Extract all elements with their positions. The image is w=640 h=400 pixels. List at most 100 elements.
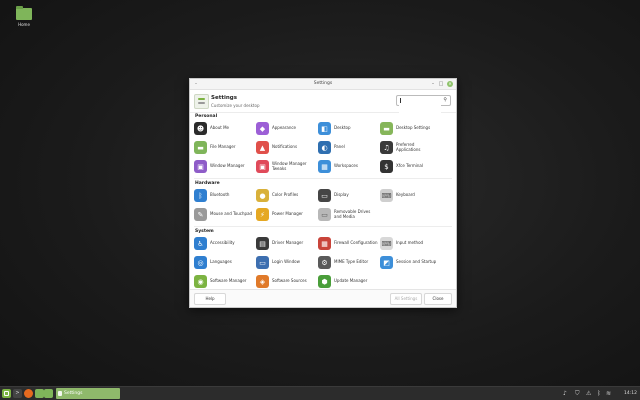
desktop-home-icon[interactable]: Home bbox=[10, 6, 38, 27]
settings-icon bbox=[194, 94, 209, 109]
search-icon[interactable]: ⚲ bbox=[443, 97, 447, 103]
window-manager-icon: ▣ bbox=[194, 160, 207, 173]
window-title: Settings bbox=[313, 81, 333, 86]
settings-item[interactable]: ◆ Appearance bbox=[256, 120, 318, 137]
settings-item-label: Software Manager bbox=[210, 278, 247, 284]
home-folder-launcher-icon[interactable] bbox=[44, 389, 53, 398]
browser-icon[interactable] bbox=[24, 389, 33, 398]
text-cursor bbox=[400, 98, 401, 103]
settings-item[interactable]: ⚙ MIME Type Editor bbox=[318, 254, 380, 271]
taskbar-settings-task[interactable]: Settings bbox=[56, 388, 120, 399]
terminal-icon: $ bbox=[380, 160, 393, 173]
panel-icon: ◐ bbox=[318, 141, 331, 154]
window-footer: Help All Settings Close bbox=[190, 289, 456, 307]
settings-item[interactable]: ✎ Mouse and Touchpad bbox=[194, 206, 256, 223]
accessibility-icon: ♿ bbox=[194, 237, 207, 250]
settings-item-label: Desktop bbox=[334, 125, 351, 131]
close-window-button[interactable]: ✕ bbox=[447, 81, 453, 87]
settings-grid: ᛒ Bluetooth ● Color Profiles ▭ Display ⌨ Keyboa… bbox=[194, 187, 452, 227]
minimize-button[interactable]: – bbox=[430, 81, 436, 87]
settings-item-label: Appearance bbox=[272, 125, 297, 131]
power-manager-icon: ⚡ bbox=[256, 208, 269, 221]
software-manager-icon: ◉ bbox=[194, 275, 207, 288]
settings-item[interactable]: ⌨ Keyboard bbox=[380, 187, 442, 204]
taskbar: > Settings ♪ ⛉ ⚠ ᛒ ≋ 14:12 bbox=[0, 386, 640, 400]
network-icon[interactable]: ≋ bbox=[606, 390, 611, 397]
settings-item[interactable]: ▤ Driver Manager bbox=[256, 235, 318, 252]
settings-item[interactable]: ▭ Removable Drives and Media bbox=[318, 206, 380, 223]
bluetooth-icon: ᛒ bbox=[194, 189, 207, 202]
settings-item[interactable]: ◉ Software Manager bbox=[194, 273, 256, 289]
settings-grid: ☻ About Me ◆ Appearance ◧ Desktop ▬ Desktop Set… bbox=[194, 120, 452, 179]
settings-item[interactable]: ᛒ Bluetooth bbox=[194, 187, 256, 204]
driver-manager-icon: ▤ bbox=[256, 237, 269, 250]
terminal-launcher-icon[interactable]: > bbox=[13, 389, 22, 398]
folder-icon bbox=[16, 6, 32, 20]
settings-item-label: MIME Type Editor bbox=[334, 259, 369, 265]
settings-item-label: Xfce Terminal bbox=[396, 163, 423, 169]
software-sources-icon: ◈ bbox=[256, 275, 269, 288]
settings-item[interactable]: ⌨ Input method bbox=[380, 235, 442, 252]
settings-item[interactable]: ◈ Software Sources bbox=[256, 273, 318, 289]
keyboard-icon: ⌨ bbox=[380, 189, 393, 202]
settings-item[interactable]: ⬢ Update Manager bbox=[318, 273, 380, 289]
display-icon: ▭ bbox=[318, 189, 331, 202]
settings-item[interactable]: ⚡ Power Manager bbox=[256, 206, 318, 223]
all-settings-button[interactable]: All Settings bbox=[390, 293, 422, 305]
clock[interactable]: 14:12 bbox=[624, 387, 637, 400]
settings-item[interactable]: ▬ File Manager bbox=[194, 139, 256, 156]
settings-content: Personal ☻ About Me ◆ Appearance ◧ Desktop ▬ Des… bbox=[190, 112, 456, 289]
section-title: Personal bbox=[195, 114, 218, 119]
window-manager-tweaks-icon: ▣ bbox=[256, 160, 269, 173]
settings-item[interactable]: ◩ Session and Startup bbox=[380, 254, 442, 271]
settings-item-label: File Manager bbox=[210, 144, 236, 150]
settings-item[interactable]: ◎ Languages bbox=[194, 254, 256, 271]
settings-item[interactable]: ◐ Panel bbox=[318, 139, 380, 156]
settings-item-label: Update Manager bbox=[334, 278, 368, 284]
settings-item-label: Panel bbox=[334, 144, 345, 150]
header-subtitle: Customize your desktop bbox=[211, 103, 260, 108]
desktop-home-label: Home bbox=[18, 22, 30, 27]
settings-item-label: Bluetooth bbox=[210, 192, 230, 198]
section-personal: Personal ☻ About Me ◆ Appearance ◧ Desktop ▬ Des… bbox=[190, 114, 456, 179]
desktop-settings-icon: ▬ bbox=[380, 122, 393, 135]
settings-item-label: Color Profiles bbox=[272, 192, 299, 198]
settings-item-label: Power Manager bbox=[272, 211, 303, 217]
update-manager-icon: ⬢ bbox=[318, 275, 331, 288]
warning-icon[interactable]: ⚠ bbox=[586, 390, 591, 397]
settings-item[interactable]: ▣ Window Manager Tweaks bbox=[256, 158, 318, 175]
settings-item-label: Removable Drives and Media bbox=[334, 208, 371, 219]
files-launcher-icon[interactable] bbox=[35, 389, 44, 398]
color-profiles-icon: ● bbox=[256, 189, 269, 202]
settings-item[interactable]: ♿ Accessibility bbox=[194, 235, 256, 252]
session-startup-icon: ◩ bbox=[380, 256, 393, 269]
search-box[interactable]: ⚲ bbox=[396, 95, 451, 114]
bluetooth-tray-icon[interactable]: ᛒ bbox=[597, 390, 601, 397]
settings-item[interactable]: ▭ Display bbox=[318, 187, 380, 204]
settings-item[interactable]: ▲ Notifications bbox=[256, 139, 318, 156]
settings-item[interactable]: ▣ Window Manager bbox=[194, 158, 256, 175]
firewall-icon: ▦ bbox=[318, 237, 331, 250]
help-button[interactable]: Help bbox=[194, 293, 226, 305]
settings-item[interactable]: ▬ Desktop Settings bbox=[380, 120, 442, 137]
title-bar[interactable]: – Settings – □ ✕ bbox=[190, 79, 456, 90]
settings-item-label: Firewall Configuration bbox=[334, 240, 378, 246]
settings-item[interactable]: ● Color Profiles bbox=[256, 187, 318, 204]
settings-item[interactable]: ◧ Desktop bbox=[318, 120, 380, 137]
maximize-button[interactable]: □ bbox=[438, 81, 444, 87]
notification-bell-icon[interactable]: ♪ bbox=[563, 390, 567, 397]
close-button[interactable]: Close bbox=[424, 293, 452, 305]
settings-item[interactable]: ▭ Login Window bbox=[256, 254, 318, 271]
settings-item-label: Notifications bbox=[272, 144, 298, 150]
settings-item[interactable]: ▦ Firewall Configuration bbox=[318, 235, 380, 252]
settings-item[interactable]: ▦ Workspaces bbox=[318, 158, 380, 175]
settings-item-label: Software Sources bbox=[272, 278, 307, 284]
settings-item-label: Preferred Applications bbox=[396, 141, 421, 152]
shield-icon[interactable]: ⛉ bbox=[575, 390, 580, 397]
settings-item-label: Keyboard bbox=[396, 192, 415, 198]
settings-item[interactable]: ♫ Preferred Applications bbox=[380, 139, 442, 156]
settings-item[interactable]: $ Xfce Terminal bbox=[380, 158, 442, 175]
settings-item-label: Driver Manager bbox=[272, 240, 304, 246]
settings-item[interactable]: ☻ About Me bbox=[194, 120, 256, 137]
menu-icon[interactable] bbox=[2, 389, 11, 398]
